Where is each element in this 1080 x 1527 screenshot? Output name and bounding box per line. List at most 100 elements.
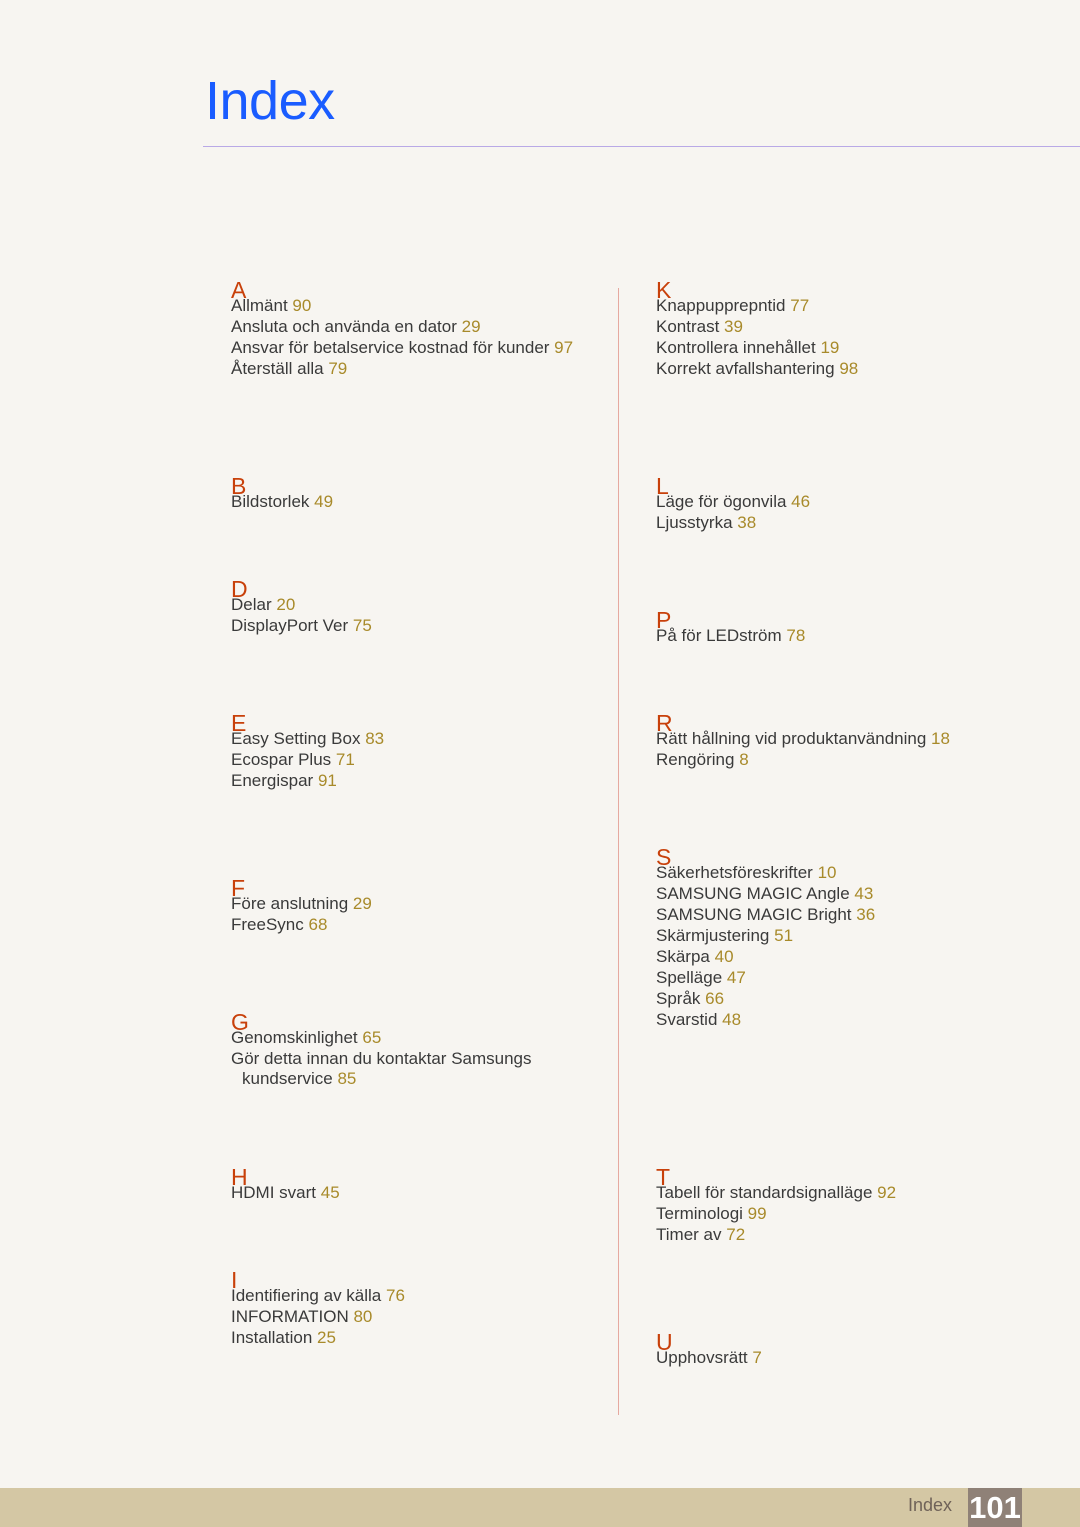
index-entry[interactable]: Skärpa 40 — [656, 947, 1016, 968]
index-entry[interactable]: Genomskinlighet 65 — [231, 1028, 591, 1049]
index-entry[interactable]: Bildstorlek 49 — [231, 492, 591, 513]
entry-page[interactable]: 46 — [791, 492, 810, 511]
index-section-b: B Bildstorlek 49 — [231, 473, 591, 523]
entry-page[interactable]: 68 — [308, 915, 327, 934]
entry-page[interactable]: 10 — [818, 863, 837, 882]
entry-page[interactable]: 29 — [353, 894, 372, 913]
entry-page[interactable]: 38 — [737, 513, 756, 532]
index-entry[interactable]: Ansvar för betalservice kostnad för kund… — [231, 338, 591, 359]
entry-page[interactable]: 47 — [727, 968, 746, 987]
entry-page[interactable]: 75 — [353, 616, 372, 635]
entry-page[interactable]: 48 — [722, 1010, 741, 1029]
index-entry[interactable]: Kontrast 39 — [656, 317, 1016, 338]
entry-page[interactable]: 36 — [856, 905, 875, 924]
entry-page[interactable]: 45 — [321, 1183, 340, 1202]
entry-page[interactable]: 99 — [748, 1204, 767, 1223]
index-entry[interactable]: Delar 20 — [231, 595, 591, 616]
entry-page[interactable]: 43 — [854, 884, 873, 903]
entry-term: Rätt hållning vid produktanvändning — [656, 729, 927, 748]
entry-page[interactable]: 80 — [353, 1307, 372, 1326]
index-entry[interactable]: Spelläge 47 — [656, 968, 1016, 989]
entry-term: På för LEDström — [656, 626, 782, 645]
index-entry[interactable]: På för LEDström 78 — [656, 626, 1016, 647]
index-entry[interactable]: FreeSync 68 — [231, 915, 591, 936]
index-entry[interactable]: Kontrollera innehållet 19 — [656, 338, 1016, 359]
entry-page[interactable]: 8 — [739, 750, 748, 769]
index-entry[interactable]: Återställ alla 79 — [231, 359, 591, 380]
index-entry[interactable]: Identifiering av källa 76 — [231, 1286, 591, 1307]
entry-page[interactable]: 7 — [752, 1348, 761, 1367]
entry-page[interactable]: 39 — [724, 317, 743, 336]
entry-term: Ansvar för betalservice kostnad för kund… — [231, 338, 550, 357]
entry-page[interactable]: 25 — [317, 1328, 336, 1347]
entry-term: Tabell för standardsignalläge — [656, 1183, 873, 1202]
entry-term: Easy Setting Box — [231, 729, 361, 748]
entry-page[interactable]: 90 — [292, 296, 311, 315]
index-entry[interactable]: Korrekt avfallshantering 98 — [656, 359, 1016, 380]
entry-page[interactable]: 85 — [337, 1069, 356, 1088]
index-section-f: F Före anslutning 29 FreeSync 68 — [231, 875, 591, 946]
index-section-s: S Säkerhetsföreskrifter 10 SAMSUNG MAGIC A… — [656, 844, 1016, 1041]
index-entry[interactable]: Timer av 72 — [656, 1225, 1016, 1246]
entry-term: Spelläge — [656, 968, 723, 987]
index-entry[interactable]: Språk 66 — [656, 989, 1016, 1010]
entry-page[interactable]: 29 — [462, 317, 481, 336]
entry-page[interactable]: 20 — [276, 595, 295, 614]
entry-page[interactable]: 65 — [362, 1028, 381, 1047]
entry-page[interactable]: 72 — [726, 1225, 745, 1244]
entry-page[interactable]: 98 — [839, 359, 858, 378]
entry-term: Gör detta innan du kontaktar Samsungs ku… — [231, 1049, 532, 1088]
index-entry[interactable]: Knappupprepntid 77 — [656, 296, 1016, 317]
index-entry[interactable]: Ansluta och använda en dator 29 — [231, 317, 591, 338]
entry-page[interactable]: 76 — [386, 1286, 405, 1305]
entry-term: Läge för ögonvila — [656, 492, 787, 511]
entry-term: Genomskinlighet — [231, 1028, 358, 1047]
index-entry[interactable]: Rengöring 8 — [656, 750, 1016, 771]
index-entry[interactable]: Ljusstyrka 38 — [656, 513, 1016, 534]
entry-page[interactable]: 83 — [365, 729, 384, 748]
index-entry[interactable]: HDMI svart 45 — [231, 1183, 591, 1204]
entry-page[interactable]: 78 — [786, 626, 805, 645]
index-entry[interactable]: Installation 25 — [231, 1328, 591, 1349]
index-entry[interactable]: DisplayPort Ver 75 — [231, 616, 591, 637]
index-entry[interactable]: Ecospar Plus 71 — [231, 750, 591, 771]
entry-page[interactable]: 91 — [318, 771, 337, 790]
index-entry[interactable]: Säkerhetsföreskrifter 10 — [656, 863, 1016, 884]
index-entry[interactable]: Skärmjustering 51 — [656, 926, 1016, 947]
entry-term: Kontrollera innehållet — [656, 338, 816, 357]
index-entry[interactable]: Energispar 91 — [231, 771, 591, 792]
index-entry[interactable]: Gör detta innan du kontaktar Samsungs ku… — [231, 1049, 572, 1089]
index-entry[interactable]: Easy Setting Box 83 — [231, 729, 591, 750]
entry-page[interactable]: 49 — [314, 492, 333, 511]
entry-page[interactable]: 79 — [328, 359, 347, 378]
index-entry[interactable]: Rätt hållning vid produktanvändning 18 — [656, 729, 1016, 750]
entry-page[interactable]: 77 — [790, 296, 809, 315]
entry-page[interactable]: 19 — [820, 338, 839, 357]
entry-term: Korrekt avfallshantering — [656, 359, 835, 378]
index-entry[interactable]: Allmänt 90 — [231, 296, 591, 317]
entry-page[interactable]: 66 — [705, 989, 724, 1008]
index-section-h: H HDMI svart 45 — [231, 1164, 591, 1214]
index-entry[interactable]: Svarstid 48 — [656, 1010, 1016, 1031]
entry-page[interactable]: 71 — [336, 750, 355, 769]
entry-page[interactable]: 18 — [931, 729, 950, 748]
entry-page[interactable]: 97 — [554, 338, 573, 357]
title-rule — [203, 146, 1080, 147]
index-entry[interactable]: Läge för ögonvila 46 — [656, 492, 1016, 513]
entry-term: Skärmjustering — [656, 926, 770, 945]
entry-page[interactable]: 51 — [774, 926, 793, 945]
index-section-l: L Läge för ögonvila 46 Ljusstyrka 38 — [656, 473, 1016, 544]
index-entry[interactable]: INFORMATION 80 — [231, 1307, 591, 1328]
index-entry[interactable]: Terminologi 99 — [656, 1204, 1016, 1225]
entry-page[interactable]: 40 — [715, 947, 734, 966]
index-entry[interactable]: Tabell för standardsignalläge 92 — [656, 1183, 1016, 1204]
entry-term: Ecospar Plus — [231, 750, 332, 769]
index-entry[interactable]: Upphovsrätt 7 — [656, 1348, 1016, 1369]
index-entry[interactable]: SAMSUNG MAGIC Bright 36 — [656, 905, 1016, 926]
entry-term: DisplayPort Ver — [231, 616, 349, 635]
index-entry[interactable]: Före anslutning 29 — [231, 894, 591, 915]
entry-term: Upphovsrätt — [656, 1348, 748, 1367]
entry-page[interactable]: 92 — [877, 1183, 896, 1202]
entry-term: Terminologi — [656, 1204, 743, 1223]
index-entry[interactable]: SAMSUNG MAGIC Angle 43 — [656, 884, 1016, 905]
